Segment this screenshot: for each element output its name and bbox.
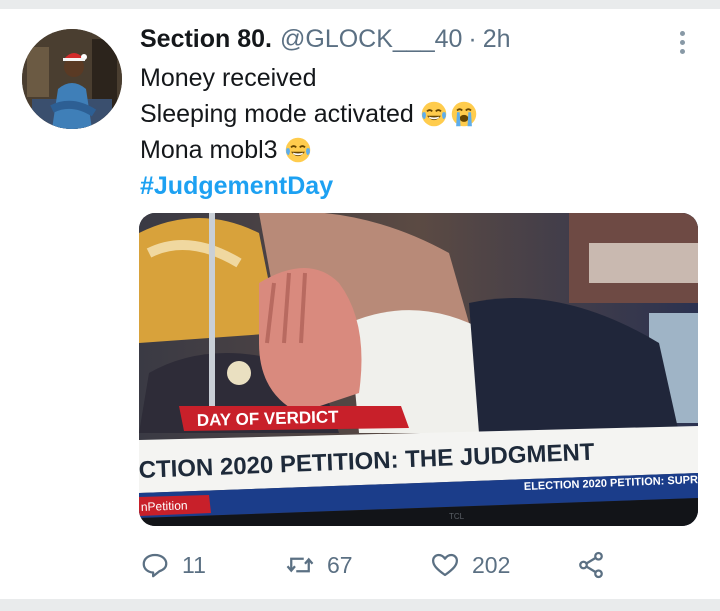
like-button[interactable]: 202 — [430, 545, 510, 585]
tweet-line: Mona mobl3 — [140, 132, 700, 168]
hashtag-link[interactable]: #JudgementDay — [140, 168, 333, 204]
tweet-card[interactable]: Section 80. @GLOCK___40 · 2h Money recei… — [0, 9, 720, 599]
avatar[interactable] — [22, 29, 122, 129]
tweet-actions: 11 67 202 — [140, 545, 620, 585]
banner-tag: DAY OF VERDICT — [197, 407, 340, 430]
retweet-icon — [286, 557, 314, 573]
tweet-time[interactable]: 2h — [483, 25, 511, 54]
tears-of-joy-emoji-icon — [421, 101, 447, 127]
tweet-line-text: Money received — [140, 64, 317, 92]
loudly-crying-emoji-icon — [451, 101, 477, 127]
retweet-count: 67 — [327, 551, 353, 578]
more-dot — [679, 30, 685, 36]
reply-icon — [142, 553, 168, 578]
tweet-media[interactable]: DAY OF VERDICT CTION 2020 PETITION: THE … — [139, 213, 698, 526]
reply-count: 11 — [182, 551, 206, 578]
tweet-line-text: Sleeping mode activated — [140, 100, 414, 128]
tweet-text: Money received Sleeping mode activated M… — [140, 60, 700, 204]
heart-icon — [432, 553, 458, 577]
share-button[interactable] — [576, 545, 606, 585]
retweet-button[interactable]: 67 — [285, 545, 353, 585]
tv-brand: TCL — [449, 512, 465, 521]
tweet-header: Section 80. @GLOCK___40 · 2h — [140, 25, 511, 57]
side-tag: nPetition — [141, 498, 188, 514]
separator-dot: · — [468, 25, 477, 53]
tweet-line: #JudgementDay — [140, 168, 700, 204]
share-icon — [579, 551, 603, 579]
author-handle[interactable]: @GLOCK___40 — [280, 25, 462, 54]
tears-of-joy-emoji-icon — [285, 137, 310, 163]
tweet-line-text: Mona mobl3 — [140, 136, 278, 164]
like-count: 202 — [472, 551, 511, 578]
tv-screen-photo: DAY OF VERDICT CTION 2020 PETITION: THE … — [139, 213, 698, 526]
tweet-line: Money received — [140, 60, 700, 96]
more-dot — [679, 48, 685, 54]
tweet-line: Sleeping mode activated — [140, 96, 700, 132]
more-dot — [679, 39, 685, 45]
avatar-image — [22, 29, 122, 129]
author-name[interactable]: Section 80. — [140, 25, 272, 54]
more-vertical-icon[interactable] — [668, 27, 696, 57]
reply-button[interactable]: 11 — [140, 545, 206, 585]
